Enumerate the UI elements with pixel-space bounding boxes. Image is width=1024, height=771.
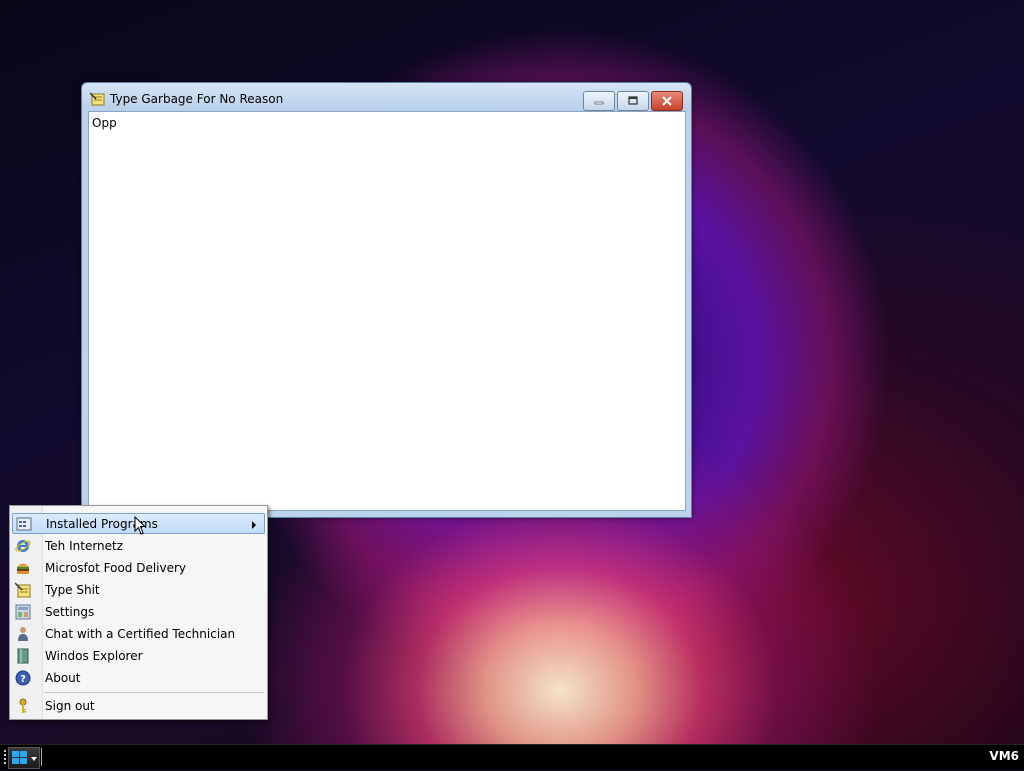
menu-item-sign-out[interactable]: Sign out — [12, 696, 265, 717]
burger-icon — [17, 563, 29, 574]
menu-separator — [44, 692, 264, 693]
maximize-icon — [628, 96, 638, 105]
maximize-button[interactable] — [617, 91, 649, 111]
window-title: Type Garbage For No Reason — [110, 92, 284, 106]
text-area-content: Opp — [92, 116, 117, 130]
technician-icon — [18, 627, 28, 641]
menu-item-label: Windos Explorer — [45, 649, 143, 663]
menu-item-teh-internetz[interactable]: Teh Internetz — [12, 536, 265, 557]
taskbar: VM6 — [0, 744, 1024, 769]
help-icon: ? — [15, 670, 31, 686]
tray-label: VM6 — [989, 749, 1019, 763]
taskbar-grip-icon[interactable] — [3, 749, 7, 766]
windows-logo-icon — [12, 751, 37, 764]
submenu-arrow-icon — [252, 521, 256, 529]
window-titlebar[interactable]: Type Garbage For No Reason — [82, 83, 691, 111]
menu-item-label: About — [45, 671, 81, 685]
start-menu[interactable]: Installed Programs Teh Internetz Microsf… — [9, 505, 268, 720]
taskbar-separator — [41, 748, 42, 766]
minimize-button[interactable] — [583, 91, 615, 111]
menu-item-windos-explorer[interactable]: Windos Explorer — [12, 646, 265, 667]
chevron-down-icon — [31, 757, 37, 761]
mouse-cursor-icon — [134, 516, 147, 535]
close-button[interactable] — [651, 91, 683, 111]
menu-item-label: Teh Internetz — [45, 539, 124, 553]
text-area[interactable]: Opp — [88, 111, 686, 511]
svg-text:?: ? — [20, 674, 26, 685]
menu-item-about[interactable]: ? About — [12, 668, 265, 689]
menu-item-settings[interactable]: Settings — [12, 602, 265, 623]
menu-item-label: Sign out — [45, 699, 95, 713]
explorer-icon — [17, 648, 29, 664]
menu-item-label: Type Shit — [45, 583, 100, 597]
key-icon — [19, 698, 27, 713]
menu-item-chat-technician[interactable]: Chat with a Certified Technician — [12, 624, 265, 645]
menu-item-type-shit[interactable]: Type Shit — [12, 580, 265, 601]
menu-item-label: Chat with a Certified Technician — [45, 627, 236, 641]
menu-item-food-delivery[interactable]: Microsfot Food Delivery — [12, 558, 265, 579]
minimize-icon — [594, 101, 604, 105]
programs-icon — [16, 517, 32, 531]
close-icon — [662, 96, 672, 106]
menu-item-label: Settings — [45, 605, 95, 619]
settings-icon — [15, 604, 31, 620]
notepad-icon — [15, 582, 31, 598]
internet-explorer-icon — [15, 540, 31, 552]
menu-item-label: Microsfot Food Delivery — [45, 561, 187, 575]
notepad-icon — [90, 92, 105, 106]
start-button[interactable] — [8, 747, 40, 769]
notepad-window[interactable]: Type Garbage For No Reason Opp — [81, 82, 692, 518]
